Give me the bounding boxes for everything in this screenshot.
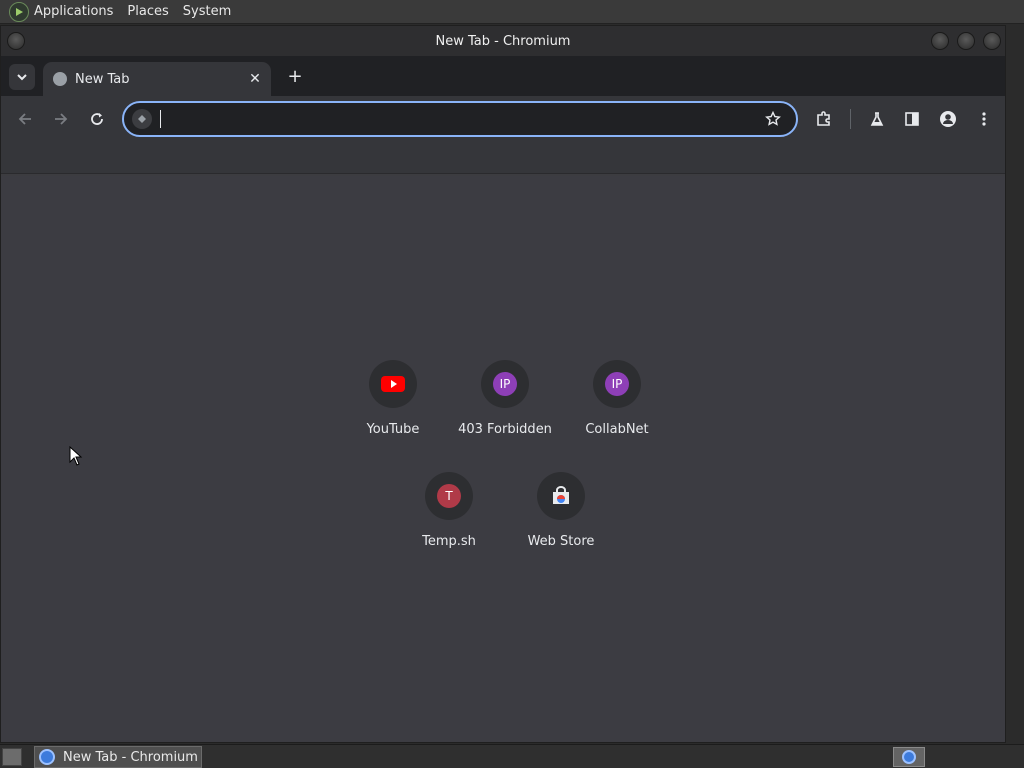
shortcut-label: YouTube [366,422,420,437]
person-icon [940,111,956,127]
reload-button[interactable] [86,108,108,130]
chevron-down-icon [17,74,27,81]
taskbar-item-chromium[interactable]: New Tab - Chromium [34,746,202,768]
menu-places[interactable]: Places [127,4,168,19]
flask-icon [870,112,884,126]
new-tab-button[interactable]: + [285,65,305,87]
menu-logo-icon[interactable] [9,1,29,22]
tab-title: New Tab [75,71,130,87]
back-button[interactable] [14,108,36,130]
omnibox[interactable] [122,101,798,137]
shortcut-youtube[interactable]: YouTube [337,360,449,460]
shortcut-icon-container [537,472,585,520]
arrow-right-icon [55,113,68,125]
browser-window: New Tab - Chromium New Tab ✕ + YouTube I… [0,25,1006,743]
minimize-button[interactable] [931,32,949,50]
kebab-menu-icon [982,112,986,126]
arrow-left-icon [18,113,31,125]
menu-system[interactable]: System [183,4,231,19]
shortcut-icon-container [369,360,417,408]
new-tab-page: YouTube IP 403 Forbidden IP CollabNet T … [1,176,1005,742]
tab-search-button[interactable] [9,64,35,90]
plus-icon: + [287,65,303,87]
window-menu-button[interactable] [7,32,25,50]
close-tab-icon[interactable]: ✕ [247,71,263,87]
chromium-icon [39,749,55,765]
menu-applications[interactable]: Applications [34,4,113,19]
labs-button[interactable] [866,108,888,130]
reload-icon [91,113,103,125]
shortcut-icon-container: IP [593,360,641,408]
shortcut-collabnet[interactable]: IP CollabNet [561,360,673,460]
taskbar: New Tab - Chromium [0,744,1024,768]
shortcut-icon-container: IP [481,360,529,408]
youtube-icon [381,376,405,392]
shortcut-label: 403 Forbidden [458,422,552,437]
address-bar-input[interactable] [160,109,764,129]
browser-toolbar [1,96,1005,142]
toolbar-separator [850,109,851,129]
shortcut-label: Temp.sh [422,534,476,549]
window-titlebar[interactable]: New Tab - Chromium [1,26,1005,56]
shortcut-label: Web Store [527,534,595,549]
profile-button[interactable] [937,108,959,130]
bookmarks-bar [1,142,1005,174]
side-panel-icon [905,112,919,126]
top-panel: Applications Places System [0,0,1024,24]
web-store-icon [553,486,569,504]
menu-button[interactable] [973,108,995,130]
puzzle-icon [817,111,830,126]
shortcut-icon-container: T [425,472,473,520]
bookmark-star-icon[interactable] [764,110,782,128]
ip-letter-icon: IP [493,372,517,396]
workspace-switcher[interactable] [893,747,925,767]
show-desktop-icon[interactable] [2,748,22,766]
shortcut-label: CollabNet [585,422,649,437]
window-title: New Tab - Chromium [435,33,571,49]
shortcut-403-forbidden[interactable]: IP 403 Forbidden [449,360,561,460]
chromium-icon [902,750,916,764]
text-caret [160,110,161,128]
maximize-button[interactable] [957,32,975,50]
site-info-icon[interactable] [132,109,152,129]
taskbar-item-label: New Tab - Chromium [63,749,198,765]
mouse-cursor-icon [69,446,83,466]
shortcut-web-store[interactable]: Web Store [505,472,617,572]
tab-strip: New Tab ✕ + [1,56,1005,96]
forward-button[interactable] [50,108,72,130]
close-window-button[interactable] [983,32,1001,50]
globe-icon [53,72,67,86]
extensions-button[interactable] [813,108,835,130]
side-panel-button[interactable] [901,108,923,130]
tab-new-tab[interactable]: New Tab ✕ [43,62,271,96]
ip-letter-icon: IP [605,372,629,396]
t-letter-icon: T [437,484,461,508]
shortcut-temp-sh[interactable]: T Temp.sh [393,472,505,572]
